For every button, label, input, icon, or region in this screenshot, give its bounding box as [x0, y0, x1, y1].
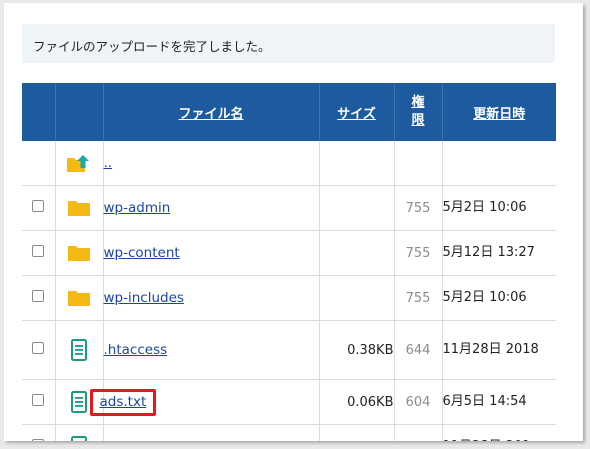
name-cell: wp-includes — [103, 275, 320, 321]
header-modified: 更新日時 — [442, 83, 556, 141]
folder-icon — [55, 230, 104, 276]
size-cell — [319, 230, 395, 276]
file-link-5[interactable]: ads.txt — [100, 394, 147, 410]
file-link-3[interactable]: wp-includes — [104, 290, 184, 306]
size-cell — [319, 424, 395, 441]
row-checkbox[interactable] — [32, 342, 45, 354]
modified-cell: 5月2日 10:06 — [442, 275, 556, 321]
select-cell — [22, 320, 56, 380]
modified-cell: 6月5日 14:54 — [442, 379, 556, 425]
file-icon — [55, 424, 104, 441]
name-cell: .htaccess — [103, 320, 320, 380]
permission-cell — [394, 424, 443, 441]
size-cell — [319, 185, 395, 231]
highlight-box: ads.txt — [89, 388, 157, 416]
name-cell: wp-admin — [103, 185, 320, 231]
table-row[interactable]: wp-admin 755 5月2日 10:06 — [22, 185, 556, 231]
table-row[interactable]: .htaccess 0.38KB 644 11月28日 2018 — [22, 320, 556, 380]
sort-by-size-link[interactable]: サイズ — [337, 107, 376, 122]
name-cell: ads.txt — [89, 379, 320, 425]
table-row[interactable]: wp-includes 755 5月2日 10:06 — [22, 275, 556, 321]
folder-icon — [55, 275, 104, 321]
table-row[interactable]: 11月28日 201 — [22, 424, 556, 441]
file-table: ファイル名 サイズ 権限 更新日時 .. wp-admin 755 5月2日 10:0… — [22, 83, 556, 441]
select-cell — [22, 141, 56, 186]
table-row[interactable]: ads.txt 0.06KB 604 6月5日 14:54 — [22, 379, 556, 425]
modified-cell: 11月28日 2018 — [442, 320, 556, 380]
name-cell — [103, 424, 320, 441]
name-cell: .. — [103, 141, 320, 186]
header-size: サイズ — [319, 83, 395, 141]
select-cell — [22, 230, 56, 276]
row-checkbox[interactable] — [32, 290, 45, 302]
sort-by-modified-link[interactable]: 更新日時 — [473, 107, 525, 122]
sort-by-permission-link[interactable]: 権限 — [411, 94, 425, 130]
table-header-row: ファイル名 サイズ 権限 更新日時 — [22, 83, 556, 141]
select-cell — [22, 379, 56, 425]
select-cell — [22, 424, 56, 441]
row-checkbox[interactable] — [32, 245, 45, 257]
folder-up-icon — [55, 141, 104, 186]
permission-cell: 755 — [394, 275, 443, 321]
modified-cell: 5月12日 13:27 — [442, 230, 556, 276]
header-permission: 権限 — [394, 83, 443, 141]
permission-cell: 644 — [394, 320, 443, 380]
size-cell — [319, 141, 395, 186]
upload-complete-notice: ファイルのアップロードを完了しました。 — [22, 24, 555, 63]
modified-cell: 5月2日 10:06 — [442, 185, 556, 231]
modified-cell — [442, 141, 556, 186]
sort-by-name-link[interactable]: ファイル名 — [178, 107, 243, 122]
header-name: ファイル名 — [103, 83, 320, 141]
name-cell: wp-content — [103, 230, 320, 276]
file-link-2[interactable]: wp-content — [104, 245, 180, 261]
row-checkbox[interactable] — [32, 200, 45, 212]
size-cell — [319, 275, 395, 321]
header-select — [22, 83, 56, 141]
permission-cell: 755 — [394, 185, 443, 231]
table-row[interactable]: wp-content 755 5月12日 13:27 — [22, 230, 556, 276]
folder-icon — [55, 185, 104, 231]
select-cell — [22, 185, 56, 231]
select-cell — [22, 275, 56, 321]
header-icon — [55, 83, 104, 141]
file-link-0[interactable]: .. — [104, 155, 113, 171]
file-link-1[interactable]: wp-admin — [104, 200, 171, 216]
size-cell: 0.06KB — [319, 379, 395, 425]
size-cell: 0.38KB — [319, 320, 395, 380]
table-row[interactable]: .. — [22, 141, 556, 186]
modified-cell: 11月28日 201 — [442, 424, 556, 441]
file-link-4[interactable]: .htaccess — [104, 342, 168, 358]
row-checkbox[interactable] — [32, 439, 45, 441]
file-manager-panel: ファイルのアップロードを完了しました。 ファイル名 サイズ 権限 更新日時 ..… — [4, 3, 583, 441]
row-checkbox[interactable] — [32, 394, 45, 406]
permission-cell: 755 — [394, 230, 443, 276]
file-icon — [55, 320, 104, 380]
permission-cell — [394, 141, 443, 186]
permission-cell: 604 — [394, 379, 443, 425]
